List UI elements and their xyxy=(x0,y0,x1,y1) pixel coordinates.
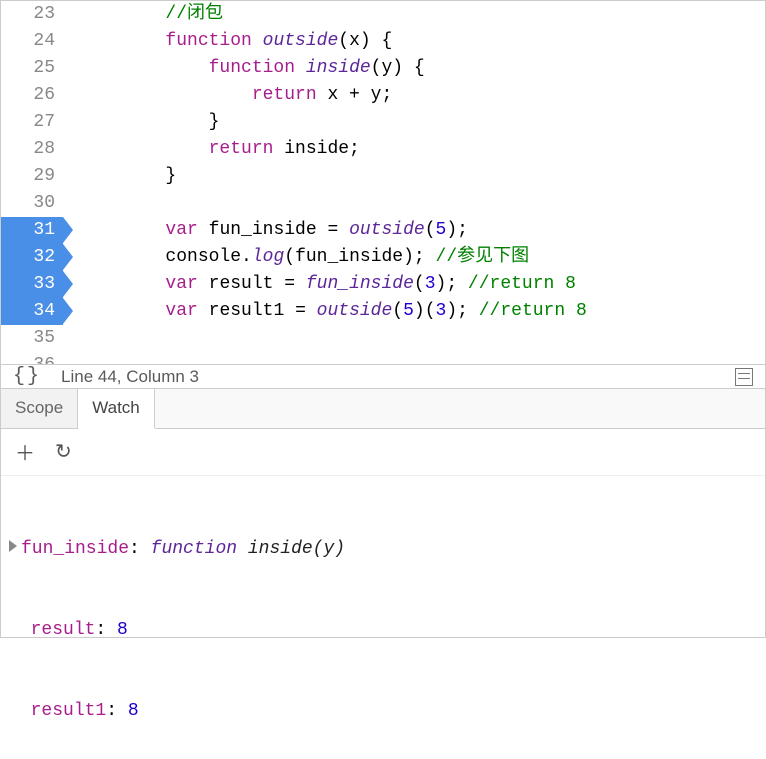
status-bar: {} Line 44, Column 3 xyxy=(1,365,765,389)
watch-value: 8 xyxy=(117,620,128,640)
tab-watch[interactable]: Watch xyxy=(78,389,155,429)
code-line[interactable]: 27 } xyxy=(1,109,765,136)
watch-item[interactable]: fun_inside: function inside(y) xyxy=(9,536,759,563)
code-line[interactable]: 30 xyxy=(1,190,765,217)
code-line[interactable]: 35 xyxy=(1,325,765,352)
code-line[interactable]: 33 var result = fun_inside(3); //return … xyxy=(1,271,765,298)
code-line[interactable]: 25 function inside(y) { xyxy=(1,55,765,82)
keyword: return xyxy=(209,139,274,159)
param: y xyxy=(381,58,392,78)
code-line[interactable]: 32 console.log(fun_inside); //参见下图 xyxy=(1,244,765,271)
code-editor[interactable]: 23 //闭包 24 function outside(x) { 25 func… xyxy=(1,1,765,365)
brace: } xyxy=(165,166,176,186)
line-number[interactable]: 28 xyxy=(1,136,63,163)
code-line[interactable]: 23 //闭包 xyxy=(1,1,765,28)
line-number[interactable]: 36 xyxy=(1,352,63,364)
var-name: result1 xyxy=(209,301,285,321)
disclosure-triangle-icon[interactable] xyxy=(9,540,17,552)
code-line[interactable]: 28 return inside; xyxy=(1,136,765,163)
line-number[interactable]: 25 xyxy=(1,55,63,82)
pretty-print-icon[interactable]: {} xyxy=(13,365,41,388)
code-line[interactable]: 24 function outside(x) { xyxy=(1,28,765,55)
keyword: var xyxy=(165,301,197,321)
panel-tabs: Scope Watch xyxy=(1,389,765,429)
breakpoint-line-number[interactable]: 33 xyxy=(1,271,63,298)
keyword: function xyxy=(165,31,251,51)
watch-toolbar: ＋ ↻ xyxy=(1,429,765,476)
line-number[interactable]: 23 xyxy=(1,1,63,28)
keyword: var xyxy=(165,274,197,294)
argument: fun_inside xyxy=(295,247,403,267)
number: 5 xyxy=(436,220,447,240)
keyword: return xyxy=(252,85,317,105)
comment: //闭包 xyxy=(165,4,223,24)
breakpoint-line-number[interactable]: 32 xyxy=(1,244,63,271)
line-number[interactable]: 24 xyxy=(1,28,63,55)
function-call: fun_inside xyxy=(306,274,414,294)
code-line[interactable]: 26 return x + y; xyxy=(1,82,765,109)
cursor-position: Line 44, Column 3 xyxy=(61,367,199,387)
line-number[interactable]: 27 xyxy=(1,109,63,136)
watch-name: result1 xyxy=(31,701,107,721)
comment: //参见下图 xyxy=(436,247,530,267)
breakpoint-line-number[interactable]: 34 xyxy=(1,298,63,325)
var-name: result xyxy=(209,274,274,294)
watch-value: 8 xyxy=(128,701,139,721)
watch-name: result xyxy=(31,620,96,640)
line-number[interactable]: 35 xyxy=(1,325,63,352)
refresh-watch-button[interactable]: ↻ xyxy=(55,439,72,465)
code-line[interactable]: 31 var fun_inside = outside(5); xyxy=(1,217,765,244)
method-call: log xyxy=(252,247,284,267)
param: x xyxy=(349,31,360,51)
expression: x + y; xyxy=(327,85,392,105)
function-keyword: function xyxy=(151,539,237,559)
keyword: var xyxy=(165,220,197,240)
function-name: inside xyxy=(306,58,371,78)
watch-name: fun_inside xyxy=(21,539,129,559)
object: console xyxy=(165,247,241,267)
watch-panel[interactable]: fun_inside: function inside(y) result: 8… xyxy=(1,476,765,758)
function-name: outside xyxy=(263,31,339,51)
line-number[interactable]: 30 xyxy=(1,190,63,217)
function-call: outside xyxy=(317,301,393,321)
keyword: function xyxy=(209,58,295,78)
number: 5 xyxy=(403,301,414,321)
number: 3 xyxy=(425,274,436,294)
line-number[interactable]: 29 xyxy=(1,163,63,190)
watch-item[interactable]: result1: 8 xyxy=(9,698,759,725)
expression: inside; xyxy=(284,139,360,159)
comment: //return 8 xyxy=(479,301,587,321)
brace: } xyxy=(209,112,220,132)
code-line[interactable]: 36 xyxy=(1,352,765,364)
code-line[interactable]: 29 } xyxy=(1,163,765,190)
function-call: outside xyxy=(349,220,425,240)
var-name: fun_inside xyxy=(209,220,317,240)
line-number[interactable]: 26 xyxy=(1,82,63,109)
breakpoint-line-number[interactable]: 31 xyxy=(1,217,63,244)
add-watch-button[interactable]: ＋ xyxy=(15,437,35,467)
comment: //return 8 xyxy=(468,274,576,294)
code-line[interactable]: 34 var result1 = outside(5)(3); //return… xyxy=(1,298,765,325)
tab-scope[interactable]: Scope xyxy=(1,389,78,428)
number: 3 xyxy=(436,301,447,321)
watch-item[interactable]: result: 8 xyxy=(9,617,759,644)
function-signature: inside(y) xyxy=(248,539,345,559)
drawer-toggle-icon[interactable] xyxy=(735,368,753,386)
